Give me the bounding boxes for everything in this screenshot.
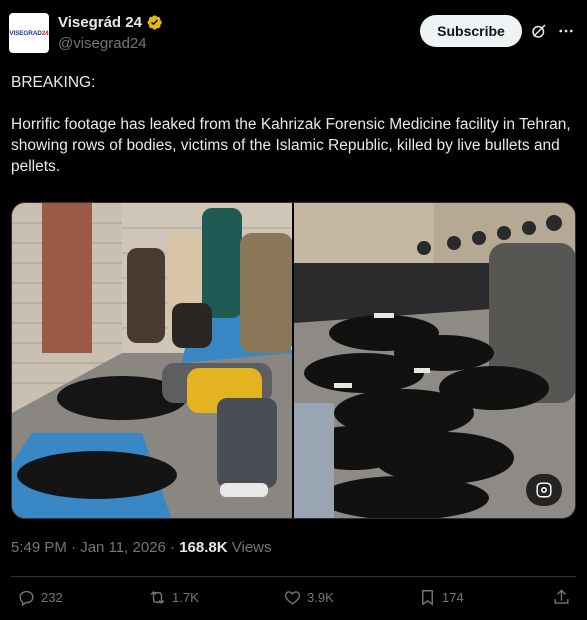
bookmark-icon xyxy=(422,590,433,606)
bookmark-count: 174 xyxy=(442,590,464,605)
repost-count: 1.7K xyxy=(172,590,199,605)
share-icon xyxy=(554,589,569,604)
photo-1-image xyxy=(12,203,292,518)
tweet-text: BREAKING: Horrific footage has leaked fr… xyxy=(11,74,571,175)
media-settings-button[interactable] xyxy=(526,474,562,506)
handle[interactable]: @visegrad24 xyxy=(58,35,147,52)
action-bar: 232 1.7K 3.9K 174 xyxy=(0,588,587,612)
divider xyxy=(11,576,576,577)
reply-button[interactable]: 232 xyxy=(17,588,63,607)
photo-2-image xyxy=(294,203,575,518)
heart-icon xyxy=(284,591,301,605)
more-icon[interactable] xyxy=(557,22,575,40)
media-settings-icon xyxy=(536,482,552,498)
share-button[interactable] xyxy=(552,588,571,607)
meta-separator: · xyxy=(71,539,77,556)
like-button[interactable]: 3.9K xyxy=(283,588,334,607)
media-photo-2[interactable] xyxy=(294,203,575,518)
media-grid xyxy=(11,202,576,519)
like-count: 3.9K xyxy=(307,590,334,605)
repost-button[interactable]: 1.7K xyxy=(148,588,199,607)
tweet-time[interactable]: 5:49 PM xyxy=(11,539,67,556)
views-label: Views xyxy=(231,539,272,556)
repost-icon xyxy=(150,590,165,605)
author-name-row: Visegrád 24 xyxy=(58,14,163,31)
meta-separator: · xyxy=(170,539,176,556)
avatar-logo-text: VISEGRAD24 xyxy=(9,29,49,37)
grok-icon[interactable] xyxy=(530,22,548,40)
tweet-date[interactable]: Jan 11, 2026 xyxy=(80,539,166,556)
reply-count: 232 xyxy=(41,590,63,605)
bookmark-button[interactable]: 174 xyxy=(418,588,464,607)
display-name[interactable]: Visegrád 24 xyxy=(58,14,142,31)
views-count: 168.8K xyxy=(179,539,228,556)
subscribe-button[interactable]: Subscribe xyxy=(420,15,522,47)
tweet-meta: 5:49 PM · Jan 11, 2026 · 168.8K Views xyxy=(11,539,272,556)
avatar[interactable]: VISEGRAD24 xyxy=(9,13,49,53)
media-photo-1[interactable] xyxy=(12,203,292,518)
reply-icon xyxy=(19,590,34,607)
verified-badge-icon[interactable] xyxy=(146,14,163,31)
